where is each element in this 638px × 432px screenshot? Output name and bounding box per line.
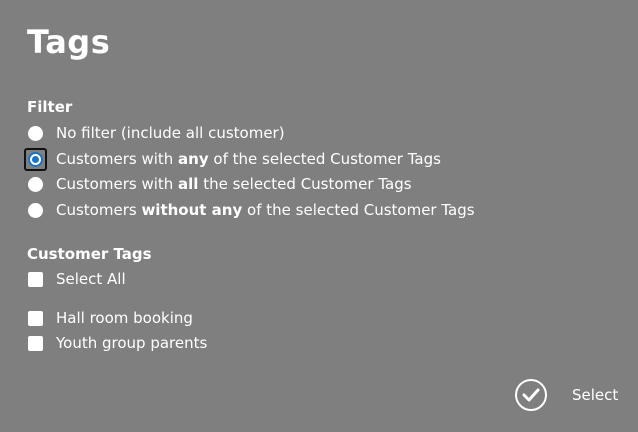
select-button[interactable]: Select	[515, 377, 625, 413]
tag-label: Hall room booking	[56, 309, 193, 327]
filter-option-label: Customers with all the selected Customer…	[56, 175, 412, 193]
tag-label: Youth group parents	[56, 334, 208, 352]
select-button-label: Select	[572, 386, 619, 404]
check-circle-icon[interactable]	[515, 379, 547, 411]
radio-button[interactable]	[28, 202, 43, 218]
radio-button[interactable]	[28, 125, 43, 141]
radio-button[interactable]	[28, 176, 43, 192]
tag-checkbox[interactable]	[28, 310, 43, 326]
customer-tags-section-label: Customer Tags	[27, 245, 152, 263]
filter-option-label: Customers with any of the selected Custo…	[56, 150, 441, 168]
filter-option-label: No filter (include all customer)	[56, 124, 285, 142]
select-all-label: Select All	[56, 270, 126, 288]
select-all-checkbox[interactable]	[28, 271, 43, 287]
tag-checkbox[interactable]	[28, 335, 43, 351]
page-title: Tags	[27, 23, 111, 61]
filter-option-label: Customers without any of the selected Cu…	[56, 201, 475, 219]
radio-button-selected[interactable]	[24, 147, 47, 171]
filter-section-label: Filter	[27, 98, 73, 116]
